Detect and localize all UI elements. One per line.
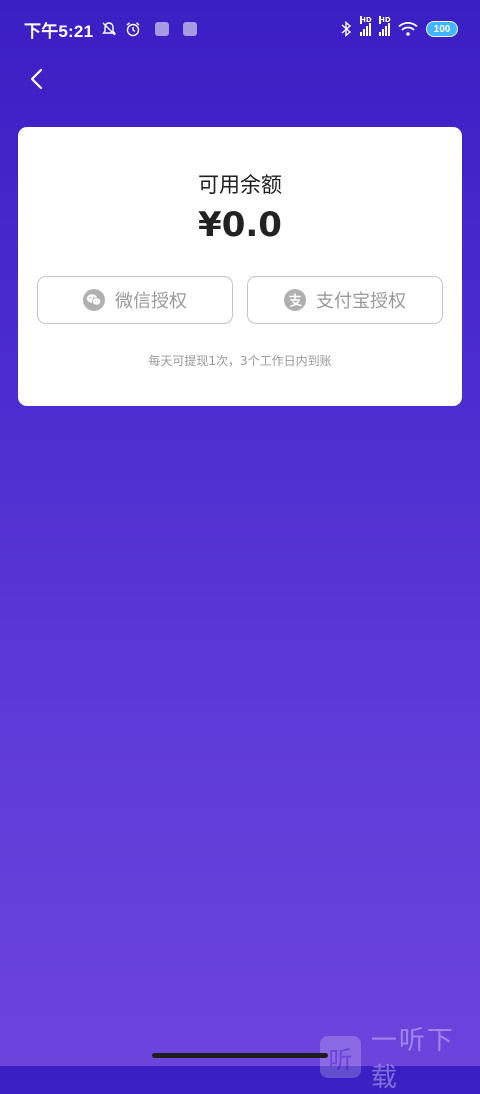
status-right: HD HD 100 xyxy=(340,16,458,37)
status-left: 下午5:21 xyxy=(24,17,198,42)
withdraw-note: 每天可提现1次，3个工作日内到账 xyxy=(148,354,332,368)
balance-amount: ¥0.0 xyxy=(198,205,282,245)
music-app-icon xyxy=(183,22,198,36)
bell-muted-icon xyxy=(101,21,117,37)
alipay-auth-label: 支付宝授权 xyxy=(316,291,406,312)
chevron-left-icon xyxy=(30,68,43,90)
alarm-icon xyxy=(125,21,141,37)
bluetooth-icon xyxy=(340,21,352,37)
watermark-text: 一听下载 xyxy=(370,1026,455,1093)
app-notification-icon xyxy=(155,22,170,36)
alipay-auth-button[interactable]: 支付宝授权 xyxy=(247,276,443,324)
wifi-icon xyxy=(398,21,418,37)
status-bar: 下午5:21 HD HD 100 xyxy=(0,0,480,58)
balance-card: 可用余额 ¥0.0 微信授权 支付宝授权 每天可提现1次，3个工作日内到账 xyxy=(18,127,462,406)
alipay-icon xyxy=(284,289,306,311)
hd-label-2: HD xyxy=(379,16,391,24)
balance-label: 可用余额 xyxy=(198,173,282,197)
wechat-auth-label: 微信授权 xyxy=(115,291,187,312)
status-time: 下午5:21 xyxy=(24,21,94,41)
signal-icon: HD xyxy=(360,16,372,36)
battery-icon: 100 xyxy=(426,21,458,37)
back-button[interactable] xyxy=(20,62,54,96)
signal-icon-2: HD xyxy=(379,16,391,36)
hd-label: HD xyxy=(360,16,372,24)
watermark: 听 一听下载 xyxy=(320,1020,480,1094)
wechat-auth-button[interactable]: 微信授权 xyxy=(37,276,233,324)
home-indicator[interactable] xyxy=(152,1053,328,1058)
wechat-icon xyxy=(83,289,105,311)
